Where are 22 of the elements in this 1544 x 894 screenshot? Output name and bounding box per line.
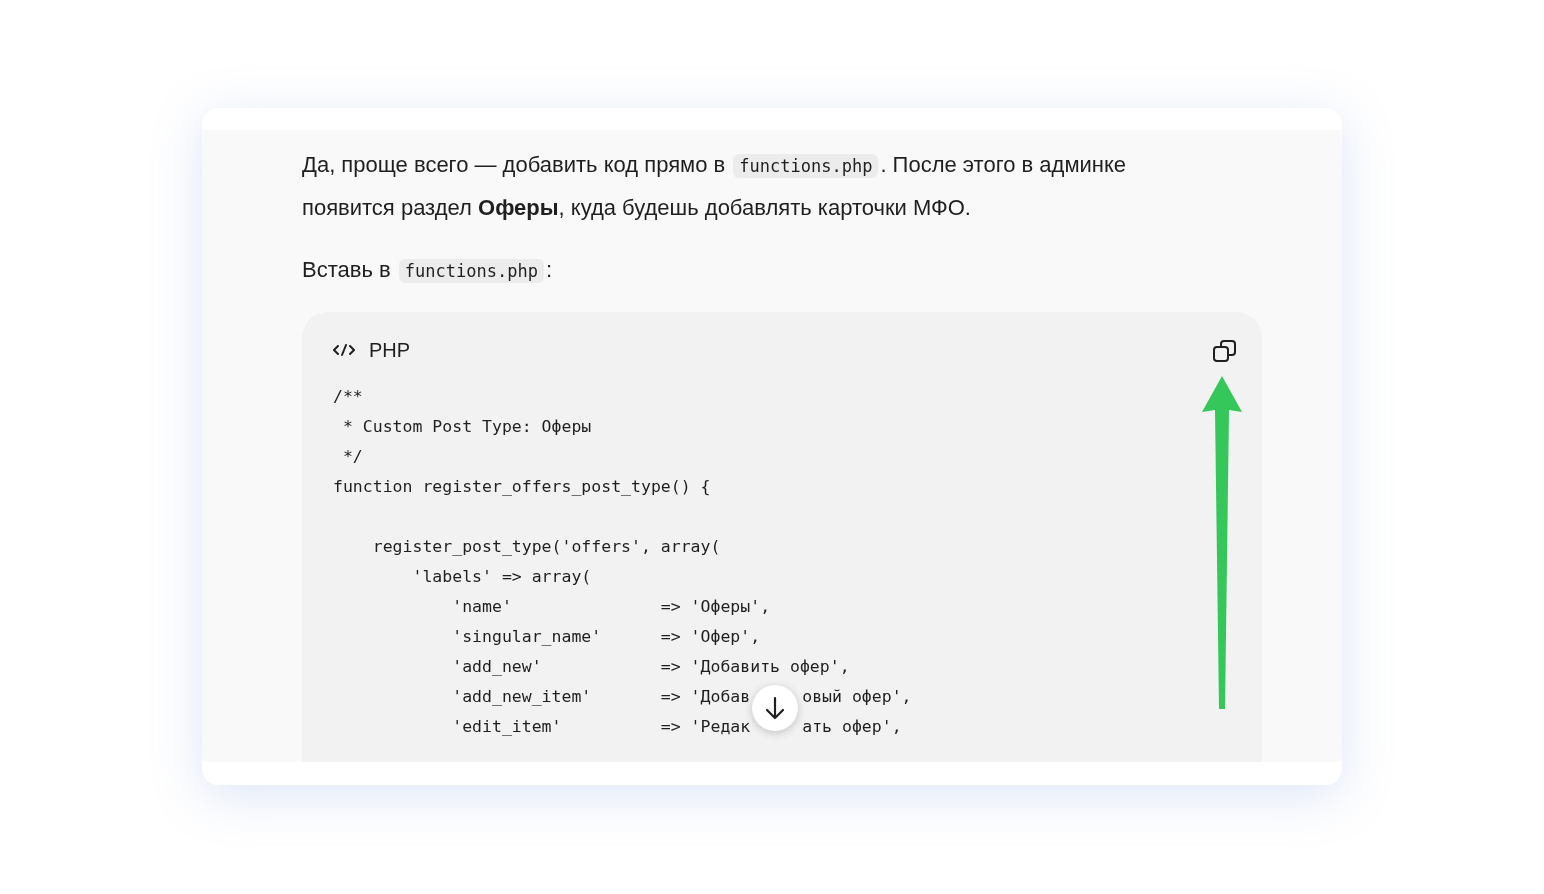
code-line: 'labels' => array( [411,566,592,588]
code-line: */ [341,446,363,468]
copy-icon [1212,338,1238,364]
scroll-down-button[interactable] [752,685,798,731]
code-line: 'add_new' => 'Добавить офер', [451,656,850,678]
code-icon [333,343,355,357]
language-label: PHP [369,338,411,363]
inline-code: functions.php [398,259,544,283]
code-line: /** [333,386,363,408]
code-line: 'singular_name' => 'Офер', [451,626,761,648]
code-line: function register_offers_post_type() { [333,476,711,498]
code-line: * Custom Post Type: Оферы [341,416,592,438]
code-line: 'edit_item' => 'Редак [451,716,751,738]
inline-code: functions.php [733,154,879,178]
arrow-down-icon [764,696,786,720]
code-line: register_post_type('offers', array( [371,536,721,558]
code-line: 'name' => 'Оферы', [451,596,771,618]
code-line: 'add_new_item' => 'Добав [451,686,751,708]
code-line: овый офер', [802,686,912,708]
code-line: ать офер', [802,716,902,738]
message-paragraph: Да, проще всего — добавить код прямо в functions.php . После этого в админке появится раздел Оферы, куда будешь добавлять карточки МФО. [302,151,1128,222]
message-paragraph: Вставь в functions.php : [302,256,553,285]
